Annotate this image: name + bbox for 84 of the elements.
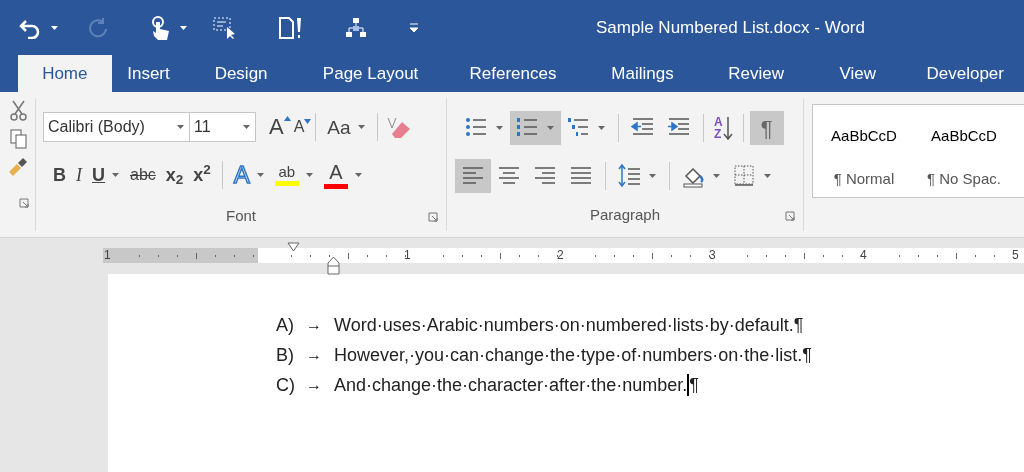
script-button[interactable]: x$^{2}$ bbox=[188, 160, 216, 190]
style-preview: AaBbCcD bbox=[831, 126, 897, 146]
tab-mark: → bbox=[306, 345, 323, 365]
window-title: Sample Numbered List.docx - Word bbox=[596, 16, 865, 39]
grow-font-button[interactable]: A bbox=[264, 112, 289, 142]
list-label: B) bbox=[276, 343, 295, 367]
first-line-indent-marker[interactable] bbox=[287, 242, 300, 252]
font-size-field[interactable]: 11 bbox=[190, 112, 256, 142]
paragraph-mark: ¶ bbox=[793, 313, 804, 337]
strikethrough-button[interactable]: abc bbox=[125, 160, 161, 190]
ribbon-tab[interactable]: Review bbox=[703, 55, 809, 92]
dialog-launcher-icon[interactable] bbox=[19, 198, 29, 208]
line-spacing-icon bbox=[618, 164, 642, 188]
page-alert-icon[interactable] bbox=[278, 15, 304, 40]
ribbon-tab[interactable]: Home bbox=[18, 55, 112, 92]
shrink-font-button[interactable]: A bbox=[288, 112, 310, 142]
tab-mark: → bbox=[306, 315, 323, 335]
dropdown-caret-icon[interactable] bbox=[712, 173, 721, 179]
ruler-number: 1 bbox=[404, 248, 411, 263]
dropdown-caret-icon[interactable] bbox=[111, 172, 120, 178]
style-preview: AaBbCcD bbox=[931, 126, 997, 146]
ribbon-tab[interactable]: Developer bbox=[906, 55, 1024, 92]
tab-mark: → bbox=[306, 375, 323, 395]
list-label: C) bbox=[276, 373, 296, 397]
list-item-text: Word·uses·Arabic·numbers·on·numbered·lists·by·default. bbox=[334, 313, 794, 337]
ruler-number: 1 bbox=[104, 248, 111, 263]
dropdown-caret-icon[interactable] bbox=[763, 173, 772, 179]
down-triangle-icon bbox=[304, 119, 312, 124]
script-button[interactable]: x$_{2}$ bbox=[160, 160, 189, 190]
align-left-button[interactable] bbox=[455, 159, 491, 193]
sort-button[interactable]: AZ bbox=[710, 111, 737, 145]
group-label: Paragraph bbox=[589, 205, 661, 226]
underline-button[interactable]: U bbox=[87, 160, 125, 190]
paragraph-mark: ¶ bbox=[689, 373, 699, 397]
dropdown-caret-icon[interactable] bbox=[304, 172, 314, 178]
hand-pointer-icon[interactable] bbox=[149, 14, 171, 41]
dropdown-caret-icon[interactable] bbox=[176, 124, 185, 130]
dropdown-caret-icon[interactable] bbox=[546, 125, 555, 131]
ruler-number: 4 bbox=[860, 248, 867, 263]
font-color-button[interactable]: A bbox=[318, 160, 368, 190]
hanging-indent-marker[interactable] bbox=[327, 256, 340, 275]
list-label: A) bbox=[276, 313, 295, 337]
list-item-text: And·change·the·character·after·the·number. bbox=[334, 373, 688, 397]
copy-icon[interactable] bbox=[9, 128, 29, 150]
ribbon-tab[interactable]: Insert bbox=[111, 55, 186, 92]
dropdown-caret-icon[interactable] bbox=[648, 173, 657, 179]
ruler-number: 2 bbox=[557, 248, 564, 263]
scissors-icon[interactable] bbox=[9, 100, 29, 122]
style-name: ¶ Normal bbox=[833, 168, 895, 189]
customize-icon[interactable] bbox=[408, 21, 420, 34]
ruler-number: 3 bbox=[709, 248, 716, 263]
hierarchy-icon[interactable] bbox=[344, 16, 368, 39]
dropdown-caret-icon[interactable] bbox=[356, 124, 366, 130]
borders-icon bbox=[733, 164, 757, 188]
italic-button[interactable]: I bbox=[71, 160, 87, 190]
change-case-button[interactable]: Aa bbox=[322, 112, 371, 142]
ruler-number: 5 bbox=[1012, 248, 1019, 263]
dialog-launcher-icon[interactable] bbox=[785, 210, 795, 221]
ribbon-tab[interactable]: Page Layout bbox=[296, 55, 445, 92]
dropdown-caret-icon[interactable] bbox=[353, 172, 363, 178]
ribbon-tab[interactable]: View bbox=[808, 55, 907, 92]
up-triangle-icon bbox=[283, 116, 291, 121]
style-name: ¶ No Spac. bbox=[927, 168, 1001, 189]
dropdown-caret-icon[interactable] bbox=[50, 24, 59, 31]
dropdown-caret-icon[interactable] bbox=[255, 172, 265, 178]
ribbon-tab[interactable]: Design bbox=[185, 55, 297, 92]
paintbrush-icon[interactable] bbox=[7, 156, 29, 178]
numbered-list-button[interactable] bbox=[510, 111, 561, 145]
down-arrow-icon bbox=[722, 116, 733, 140]
dropdown-caret-icon[interactable] bbox=[495, 125, 504, 131]
paragraph-mark: ¶ bbox=[802, 343, 812, 367]
ribbon-tab[interactable]: Mailings bbox=[581, 55, 704, 92]
style-item[interactable]: AaBbCcD ¶ No Spac. bbox=[915, 105, 1013, 197]
font-name-field[interactable]: Calibri (Body) bbox=[43, 112, 190, 142]
dialog-launcher-icon[interactable] bbox=[428, 211, 438, 222]
group-label: Font bbox=[226, 206, 256, 227]
ribbon-tab[interactable]: References bbox=[444, 55, 582, 92]
style-item[interactable]: AaBbCcD ¶ Normal bbox=[815, 105, 913, 197]
dropdown-caret-icon[interactable] bbox=[179, 24, 188, 31]
list-item-text: However,·you·can·change·the·type·of·numbers·on·the·list. bbox=[334, 343, 803, 367]
dropdown-caret-icon[interactable] bbox=[242, 124, 251, 130]
bold-button[interactable]: B bbox=[48, 160, 71, 190]
dropdown-caret-icon[interactable] bbox=[597, 125, 606, 131]
highlight-button[interactable]: ab bbox=[269, 160, 319, 190]
